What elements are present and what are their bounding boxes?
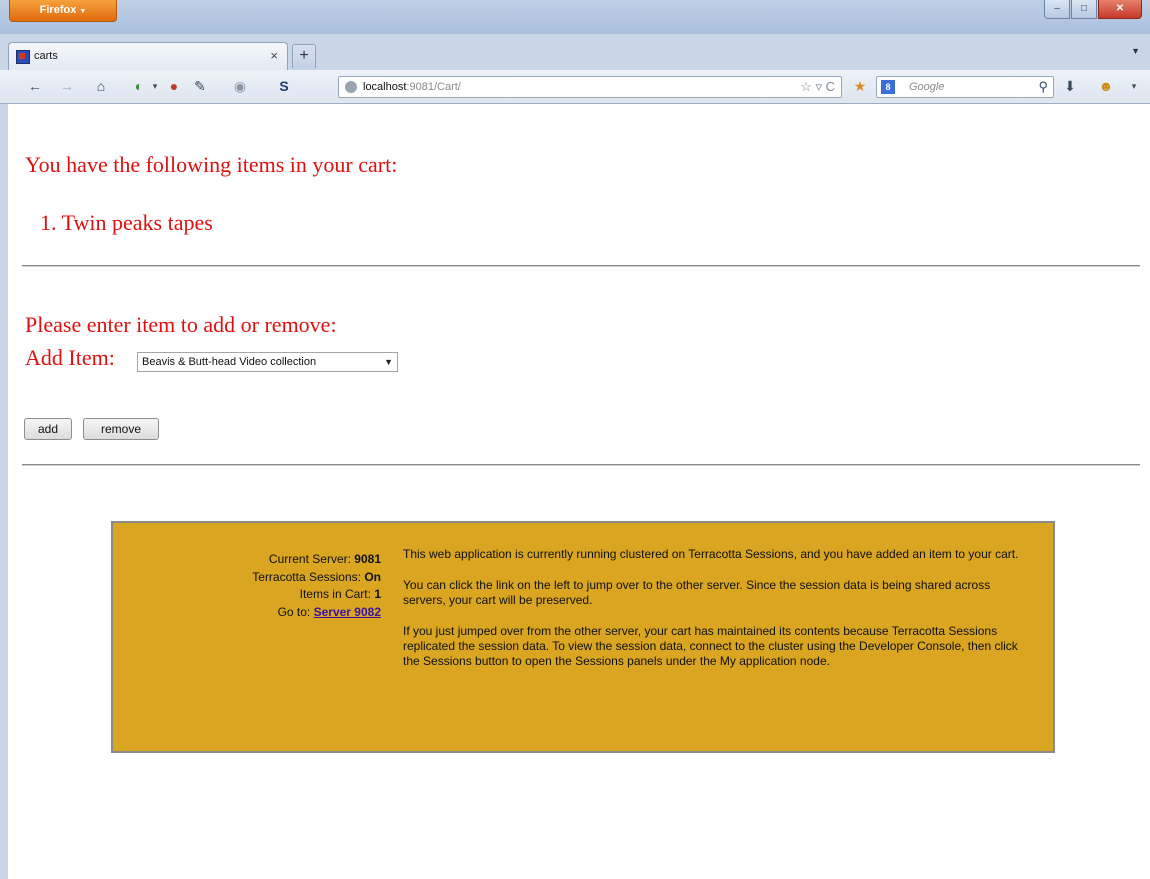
- divider: [22, 265, 1140, 267]
- cart-item: 1. Twin peaks tapes: [40, 210, 213, 235]
- chevron-down-icon[interactable]: ▾: [150, 77, 160, 95]
- navigation-toolbar: ← → ⌂ ◐ ▾ ● ✎ ◉ S localhost:9081/Cart/ ☆…: [0, 70, 1150, 104]
- url-text: localhost:9081/Cart/: [363, 81, 461, 93]
- tab-strip: carts × + ▼: [0, 34, 1150, 70]
- cart-heading: You have the following items in your car…: [25, 152, 398, 177]
- home-icon[interactable]: ⌂: [92, 77, 110, 95]
- firefox-menu-label: Firefox: [39, 4, 77, 16]
- sync-icon[interactable]: S: [275, 77, 293, 95]
- server-link[interactable]: Server 9082: [314, 605, 381, 619]
- add-button[interactable]: add: [24, 418, 72, 440]
- search-bar[interactable]: 8 Google ⚲: [876, 76, 1054, 98]
- item-select[interactable]: Beavis & Butt-head Video collection ▼: [137, 352, 398, 372]
- window-titlebar: Firefox ▼ – □ ✕: [0, 0, 1150, 34]
- chevron-down-icon: ▼: [79, 8, 87, 15]
- profile-icon[interactable]: ☻: [1098, 77, 1114, 95]
- feed-icon[interactable]: ★: [852, 77, 868, 95]
- close-window-button[interactable]: ✕: [1098, 0, 1142, 19]
- tab-title: carts: [34, 50, 58, 62]
- add-remove-prompt: Please enter item to add or remove:: [25, 312, 337, 337]
- info-text: This web application is currently runnin…: [403, 547, 1033, 685]
- sessions-row: Terracotta Sessions: On: [252, 569, 381, 584]
- server-status: Current Server: 9081 Terracotta Sessions…: [252, 551, 381, 621]
- bookmark-star-icon[interactable]: ☆ ▿ C: [800, 79, 835, 95]
- current-server-row: Current Server: 9081: [268, 552, 381, 566]
- favicon-icon: [16, 50, 30, 64]
- chevron-down-icon: ▼: [384, 357, 393, 367]
- search-icon[interactable]: ⚲: [1038, 79, 1048, 95]
- remove-button[interactable]: remove: [83, 418, 159, 440]
- new-tab-button[interactable]: +: [292, 44, 316, 68]
- window-controls: – □ ✕: [1044, 0, 1142, 19]
- url-bar[interactable]: localhost:9081/Cart/ ☆ ▿ C: [338, 76, 842, 98]
- search-engine-icon[interactable]: 8: [881, 80, 895, 94]
- minimize-button[interactable]: –: [1044, 0, 1070, 19]
- info-paragraph: This web application is currently runnin…: [403, 547, 1019, 561]
- session-info-box: Current Server: 9081 Terracotta Sessions…: [111, 521, 1055, 753]
- item-select-value: Beavis & Butt-head Video collection: [142, 356, 317, 368]
- goto-row: Go to: Server 9082: [277, 604, 381, 619]
- window-left-border: [0, 104, 8, 879]
- lock-icon[interactable]: ◉: [231, 77, 249, 95]
- tab-close-icon[interactable]: ×: [270, 48, 278, 63]
- download-arrow-icon[interactable]: ⬇: [1062, 77, 1078, 95]
- info-paragraph: If you just jumped over from the other s…: [403, 624, 1018, 668]
- addon-icon[interactable]: ◐: [130, 77, 148, 95]
- firefox-menu-button[interactable]: Firefox ▼: [9, 0, 117, 22]
- search-placeholder: Google: [909, 81, 945, 93]
- back-arrow-icon[interactable]: ←: [26, 77, 44, 95]
- menu-chevron-icon[interactable]: ▾: [1128, 77, 1140, 95]
- forward-arrow-icon[interactable]: →: [58, 77, 76, 95]
- tab-carts[interactable]: carts ×: [8, 42, 288, 70]
- cart-list: 1. Twin peaks tapes: [40, 210, 213, 236]
- maximize-button[interactable]: □: [1071, 0, 1097, 19]
- page-content: You have the following items in your car…: [8, 104, 1150, 879]
- divider: [22, 464, 1140, 466]
- info-paragraph: You can click the link on the left to ju…: [403, 578, 991, 607]
- globe-icon: [345, 81, 357, 93]
- items-row: Items in Cart: 1: [299, 587, 381, 601]
- tools-icon[interactable]: ✎: [190, 77, 210, 95]
- tab-list-chevron-icon[interactable]: ▼: [1131, 46, 1140, 56]
- extension-icon[interactable]: ●: [165, 77, 183, 95]
- add-item-label: Add Item:: [25, 345, 115, 370]
